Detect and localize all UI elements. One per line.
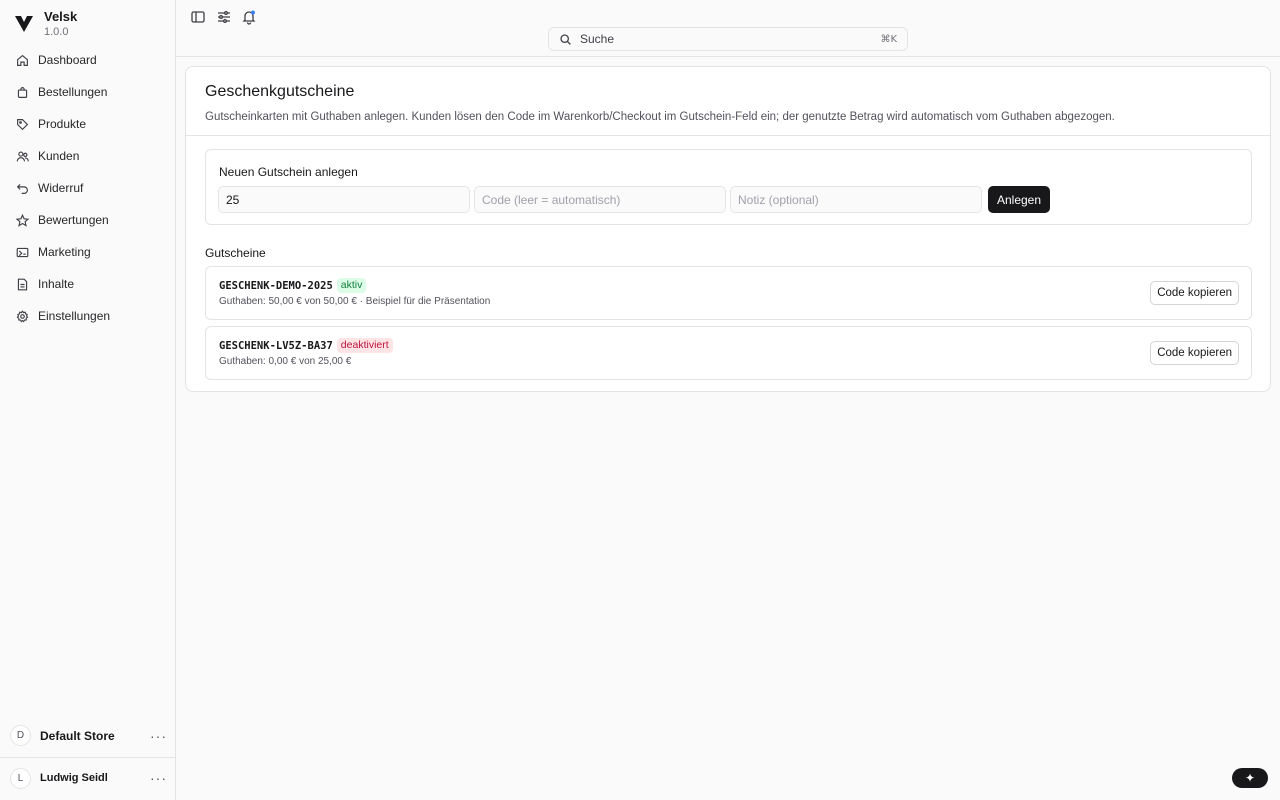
sidebar-item-label: Einstellungen <box>38 309 111 323</box>
sliders-icon[interactable] <box>216 9 232 25</box>
gift-cards-panel: Geschenkgutscheine Gutscheinkarten mit G… <box>185 66 1271 392</box>
status-badge: aktiv <box>336 278 367 293</box>
code-input[interactable] <box>474 186 726 213</box>
sidebar-item-bewertungen[interactable]: Bewertungen <box>8 204 168 236</box>
bell-icon[interactable] <box>241 9 257 25</box>
sidebar-item-widerruf[interactable]: Widerruf <box>8 172 168 204</box>
search-bar[interactable]: Suche ⌘K <box>548 27 908 51</box>
sidebar-item-kunden[interactable]: Kunden <box>8 140 168 172</box>
user-menu-icon[interactable]: ··· <box>150 770 166 786</box>
undo-icon <box>16 183 28 194</box>
sparkle-icon: ✦ <box>1244 771 1256 785</box>
tag-icon <box>17 118 29 130</box>
topbar: Suche ⌘K <box>176 0 1280 57</box>
sidebar-item-einstellungen[interactable]: Einstellungen <box>8 300 168 332</box>
page-description: Gutscheinkarten mit Guthaben anlegen. Ku… <box>205 111 1115 123</box>
sidebar-item-marketing[interactable]: Marketing <box>8 236 168 268</box>
voucher-row: GESCHENK-DEMO-2025 aktiv Guthaben: 50,00… <box>205 266 1252 320</box>
ticket-icon <box>16 247 29 257</box>
brand-name: Velsk <box>44 9 78 24</box>
sidebar-item-label: Inhalte <box>38 277 75 291</box>
voucher-code-line: GESCHENK-LV5Z-BA37 deaktiviert <box>219 338 393 353</box>
users-icon <box>16 150 29 161</box>
copy-code-button[interactable]: Code kopieren <box>1150 281 1239 305</box>
create-voucher-button[interactable]: Anlegen <box>988 186 1050 213</box>
store-name: Default Store <box>40 728 115 743</box>
velsk-logo-icon <box>15 16 33 32</box>
sidebar-item-inhalte[interactable]: Inhalte <box>8 268 168 300</box>
brand-version: 1.0.0 <box>44 26 69 38</box>
page-title: Geschenkgutscheine <box>205 83 355 100</box>
sidebar-item-label: Dashboard <box>38 53 97 67</box>
sidebar-item-label: Kunden <box>38 149 80 163</box>
amount-input[interactable] <box>218 186 470 213</box>
bag-icon <box>17 86 28 98</box>
vouchers-section-title: Gutscheine <box>205 246 266 260</box>
gear-icon <box>16 309 29 322</box>
store-menu-icon[interactable]: ··· <box>150 728 166 744</box>
note-input[interactable] <box>730 186 982 213</box>
create-voucher-form: Neuen Gutschein anlegen Anlegen <box>205 149 1252 225</box>
sidebar-item-produkte[interactable]: Produkte <box>8 108 168 140</box>
sidebar-item-bestellungen[interactable]: Bestellungen <box>8 76 168 108</box>
sidebar-item-label: Produkte <box>38 117 87 131</box>
page-header: Geschenkgutscheine Gutscheinkarten mit G… <box>186 67 1270 136</box>
store-switcher[interactable]: D Default Store ··· <box>0 714 176 758</box>
voucher-code: GESCHENK-LV5Z-BA37 <box>219 339 333 352</box>
star-icon <box>16 213 29 227</box>
create-voucher-title: Neuen Gutschein anlegen <box>219 165 358 179</box>
sidebar-item-label: Bestellungen <box>38 85 108 99</box>
search-placeholder: Suche <box>580 32 615 46</box>
sidebar-item-label: Bewertungen <box>38 213 109 227</box>
home-icon <box>17 54 28 66</box>
copy-code-button[interactable]: Code kopieren <box>1150 341 1239 365</box>
sidebar-item-dashboard[interactable]: Dashboard <box>8 44 168 76</box>
sidebar: Velsk 1.0.0 Dashboard Bestellungen Produ… <box>0 0 176 800</box>
brand[interactable]: Velsk 1.0.0 <box>14 10 77 39</box>
voucher-code-line: GESCHENK-DEMO-2025 aktiv <box>219 278 367 293</box>
voucher-balance: Guthaben: 0,00 € von 25,00 € <box>219 356 352 367</box>
sidebar-item-label: Marketing <box>38 245 91 259</box>
file-icon <box>17 278 28 290</box>
user-menu[interactable]: L Ludwig Seidl ··· <box>0 757 176 799</box>
search-shortcut: ⌘K <box>880 33 897 45</box>
voucher-code: GESCHENK-DEMO-2025 <box>219 279 333 292</box>
search-icon <box>560 33 571 45</box>
voucher-balance: Guthaben: 50,00 € von 50,00 € · Beispiel… <box>219 296 491 307</box>
status-badge: deaktiviert <box>336 338 393 353</box>
user-name: Ludwig Seidl <box>40 772 108 784</box>
sidebar-toggle-icon[interactable] <box>190 9 206 25</box>
sidebar-nav: Dashboard Bestellungen Produkte Kunden W… <box>8 44 168 332</box>
store-avatar: D <box>10 725 31 746</box>
user-avatar: L <box>10 767 31 789</box>
sidebar-item-label: Widerruf <box>38 181 84 195</box>
voucher-row: GESCHENK-LV5Z-BA37 deaktiviert Guthaben:… <box>205 326 1252 380</box>
ai-assistant-button[interactable]: ✦ <box>1232 768 1268 788</box>
